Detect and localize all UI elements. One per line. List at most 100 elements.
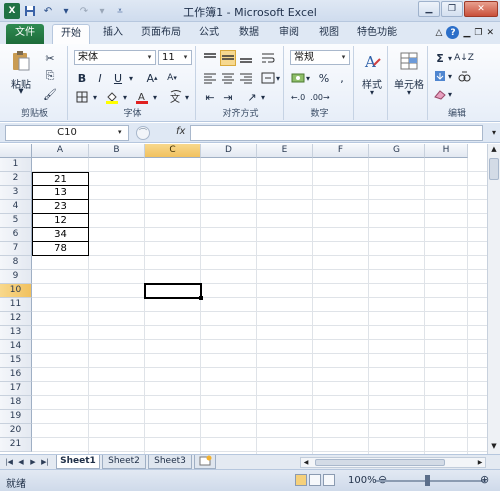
- increase-decimal-icon[interactable]: ←.0: [290, 89, 306, 105]
- sheet-tab-3[interactable]: Sheet3: [148, 455, 192, 469]
- page-layout-view-icon[interactable]: [309, 474, 321, 486]
- vertical-scroll-thumb[interactable]: [489, 158, 499, 180]
- font-name-dropdown-icon[interactable]: ▾: [144, 51, 155, 64]
- cells-dropdown-icon[interactable]: ▾: [404, 88, 414, 97]
- align-bottom-icon[interactable]: [238, 50, 254, 66]
- formula-input[interactable]: [190, 125, 483, 141]
- align-middle-icon[interactable]: [220, 50, 236, 66]
- row-header-14[interactable]: 14: [0, 340, 32, 354]
- phonetic-dropdown-icon[interactable]: ▾: [182, 89, 192, 105]
- cell-a6[interactable]: 34: [32, 228, 89, 242]
- restore-button[interactable]: ❐: [441, 1, 463, 17]
- grow-font-icon[interactable]: A ▴: [144, 70, 160, 86]
- font-name-select[interactable]: 宋体 ▾: [74, 50, 156, 65]
- vertical-scrollbar[interactable]: ▲ ▼: [487, 144, 500, 454]
- percent-button[interactable]: %: [316, 70, 332, 86]
- row-header-16[interactable]: 16: [0, 368, 32, 382]
- column-header-a[interactable]: A: [32, 144, 89, 158]
- doc-close-icon[interactable]: ✕: [486, 28, 494, 38]
- fill-color-icon[interactable]: [104, 89, 120, 105]
- spreadsheet-grid[interactable]: ABCDEFGH 1 2 3 4 5 6 7 8 9 10 11 12 13 14 15 16 17 18 19 20…: [0, 144, 500, 454]
- paste-dropdown-icon[interactable]: ▾: [16, 86, 26, 97]
- tab-insert[interactable]: 插入: [96, 24, 130, 44]
- row-header-2[interactable]: 2: [0, 172, 32, 186]
- row-header-21[interactable]: 21: [0, 438, 32, 452]
- tab-home[interactable]: 开始: [52, 24, 90, 44]
- prev-sheet-icon[interactable]: ◀: [16, 457, 26, 468]
- font-size-select[interactable]: 11 ▾: [158, 50, 192, 65]
- fill-dropdown-icon[interactable]: ▾: [446, 68, 454, 84]
- tab-view[interactable]: 视图: [312, 24, 346, 44]
- normal-view-icon[interactable]: [295, 474, 307, 486]
- column-header-h[interactable]: H: [425, 144, 468, 158]
- number-format-dropdown-icon[interactable]: ▾: [338, 51, 349, 64]
- help-icon[interactable]: ?: [446, 26, 460, 39]
- scroll-right-icon[interactable]: ▶: [475, 458, 485, 467]
- borders-icon[interactable]: [74, 89, 90, 105]
- find-select-icon[interactable]: [456, 68, 472, 84]
- row-header-13[interactable]: 13: [0, 326, 32, 340]
- tab-review[interactable]: 审阅: [272, 24, 306, 44]
- cut-icon[interactable]: ✂: [42, 50, 58, 66]
- row-header-15[interactable]: 15: [0, 354, 32, 368]
- underline-dropdown-icon[interactable]: ▾: [126, 70, 136, 86]
- align-top-icon[interactable]: [202, 50, 218, 66]
- tab-data[interactable]: 数据: [232, 24, 266, 44]
- align-right-icon[interactable]: [238, 70, 254, 86]
- decrease-decimal-icon[interactable]: .00→: [310, 89, 329, 105]
- tab-page-layout[interactable]: 页面布局: [136, 24, 186, 44]
- row-header-1[interactable]: 1: [0, 158, 32, 172]
- borders-dropdown-icon[interactable]: ▾: [90, 89, 100, 105]
- column-header-b[interactable]: B: [89, 144, 145, 158]
- last-sheet-icon[interactable]: ▶|: [40, 457, 50, 468]
- formula-options-icon[interactable]: ⌒: [136, 126, 150, 140]
- row-header-4[interactable]: 4: [0, 200, 32, 214]
- clear-dropdown-icon[interactable]: ▾: [446, 86, 454, 102]
- minimize-ribbon-icon[interactable]: △: [436, 28, 443, 38]
- cells-icon[interactable]: [398, 50, 420, 72]
- horizontal-scrollbar[interactable]: ◀ ▶: [300, 457, 486, 468]
- sheet-tab-1[interactable]: Sheet1: [56, 455, 100, 469]
- row-header-6[interactable]: 6: [0, 228, 32, 242]
- cell-a5[interactable]: 12: [32, 214, 89, 228]
- currency-dropdown-icon[interactable]: ▾: [304, 70, 312, 86]
- name-box-dropdown-icon[interactable]: ▾: [118, 128, 122, 136]
- row-header-11[interactable]: 11: [0, 298, 32, 312]
- column-header-e[interactable]: E: [257, 144, 313, 158]
- font-color-dropdown-icon[interactable]: ▾: [150, 89, 160, 105]
- comma-style-icon[interactable]: ,: [334, 70, 350, 86]
- row-header-9[interactable]: 9: [0, 270, 32, 284]
- sort-filter-icon[interactable]: A↓Z: [454, 50, 474, 66]
- font-color-icon[interactable]: A: [134, 89, 150, 105]
- active-cell-c10[interactable]: [144, 283, 202, 299]
- tab-special-features[interactable]: 特色功能: [352, 24, 402, 44]
- row-header-5[interactable]: 5: [0, 214, 32, 228]
- horizontal-scroll-thumb[interactable]: [315, 459, 445, 466]
- column-header-d[interactable]: D: [201, 144, 257, 158]
- scroll-up-icon[interactable]: ▲: [489, 145, 499, 156]
- tab-file[interactable]: 文件: [6, 24, 44, 44]
- merge-dropdown-icon[interactable]: ▾: [274, 70, 282, 86]
- doc-restore-icon[interactable]: ❐: [474, 28, 482, 38]
- zoom-in-icon[interactable]: ⊕: [480, 473, 489, 486]
- column-header-g[interactable]: G: [369, 144, 425, 158]
- fill-color-dropdown-icon[interactable]: ▾: [120, 89, 130, 105]
- row-header-8[interactable]: 8: [0, 256, 32, 270]
- insert-function-button[interactable]: fx: [176, 126, 185, 137]
- column-header-c[interactable]: C: [145, 144, 201, 158]
- row-header-3[interactable]: 3: [0, 186, 32, 200]
- row-header-12[interactable]: 12: [0, 312, 32, 326]
- select-all-corner[interactable]: [0, 144, 32, 158]
- align-center-icon[interactable]: [220, 70, 236, 86]
- shrink-font-icon[interactable]: A ▾: [164, 70, 180, 86]
- cell-a7[interactable]: 78: [32, 242, 89, 256]
- row-header-20[interactable]: 20: [0, 424, 32, 438]
- align-left-icon[interactable]: [202, 70, 218, 86]
- styles-icon[interactable]: A: [361, 50, 383, 72]
- paste-icon[interactable]: [10, 50, 32, 72]
- column-header-f[interactable]: F: [313, 144, 369, 158]
- cell-a2[interactable]: 21: [32, 172, 89, 186]
- close-button[interactable]: ✕: [464, 1, 498, 17]
- sheet-tab-2[interactable]: Sheet2: [102, 455, 146, 469]
- fill-handle[interactable]: [199, 296, 203, 300]
